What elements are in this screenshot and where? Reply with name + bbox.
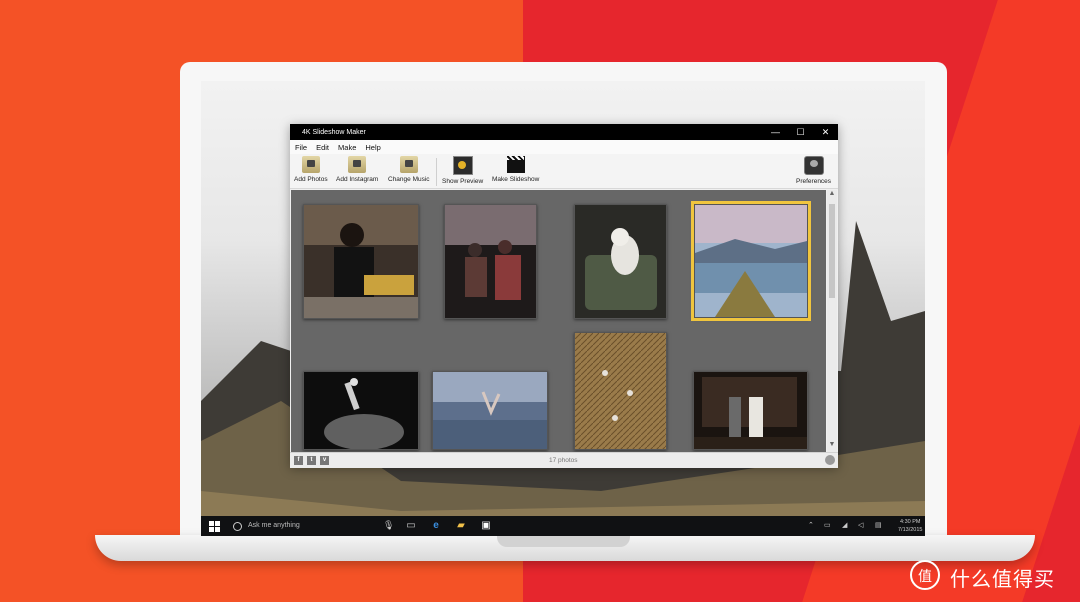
preview-icon bbox=[452, 156, 473, 175]
clock-date: 7/13/2015 bbox=[898, 527, 923, 533]
menu-file[interactable]: File bbox=[295, 143, 307, 152]
preferences-icon bbox=[803, 156, 824, 175]
photo-thumbnail[interactable] bbox=[303, 204, 419, 319]
toolbar-divider bbox=[436, 158, 437, 186]
tray-expand-icon[interactable]: ⌃ bbox=[808, 521, 814, 529]
photo-thumbnail[interactable] bbox=[574, 332, 667, 450]
change-music-label: Change Music bbox=[388, 176, 430, 183]
vertical-scrollbar[interactable]: ▲ ▼ bbox=[827, 190, 837, 452]
facebook-icon[interactable]: f bbox=[294, 456, 303, 465]
app-window: 4K Slideshow Maker — ☐ ✕ File Edit Make … bbox=[290, 124, 838, 468]
preferences-button[interactable]: Preferences bbox=[796, 156, 831, 185]
menu-edit[interactable]: Edit bbox=[316, 143, 329, 152]
laptop-notch bbox=[497, 535, 630, 547]
preferences-label: Preferences bbox=[796, 178, 832, 185]
notification-icon[interactable]: ▤ bbox=[875, 521, 882, 529]
globe-icon[interactable] bbox=[825, 455, 835, 465]
taskbar: Ask me anything 🎙 ▭ e ▰ ▣ ⌃ ▭ ◢ ◁ ▤ 4:30… bbox=[201, 516, 925, 536]
scroll-down-arrow[interactable]: ▼ bbox=[827, 441, 837, 448]
edge-browser-icon[interactable]: e bbox=[429, 519, 443, 533]
volume-icon[interactable]: ◁ bbox=[858, 521, 863, 529]
photo-thumbnail-selected[interactable] bbox=[691, 201, 811, 321]
add-instagram-label: Add Instagram bbox=[336, 176, 379, 183]
photo-thumbnail[interactable] bbox=[574, 204, 667, 319]
add-instagram-button[interactable]: Add Instagram bbox=[336, 156, 378, 183]
wifi-icon[interactable]: ◢ bbox=[842, 521, 847, 529]
scroll-up-arrow[interactable]: ▲ bbox=[827, 190, 837, 197]
make-slideshow-button[interactable]: Make Slideshow bbox=[492, 156, 539, 183]
photo-thumbnail[interactable] bbox=[444, 204, 537, 319]
battery-icon[interactable]: ▭ bbox=[824, 521, 831, 529]
photo-thumbnail[interactable] bbox=[303, 371, 419, 450]
cortana-icon[interactable] bbox=[233, 522, 242, 531]
change-music-button[interactable]: Change Music bbox=[388, 156, 430, 183]
add-photos-label: Add Photos bbox=[294, 176, 328, 183]
folder-instagram-icon bbox=[348, 156, 367, 173]
toolbar: Add Photos Add Instagram Change Music Sh… bbox=[290, 154, 838, 189]
folder-music-icon bbox=[399, 156, 418, 173]
window-title: 4K Slideshow Maker bbox=[302, 128, 366, 136]
folder-photo-icon bbox=[301, 156, 320, 173]
show-preview-button[interactable]: Show Preview bbox=[442, 156, 483, 185]
task-view-icon[interactable]: ▭ bbox=[404, 519, 418, 533]
watermark-logo bbox=[910, 560, 940, 590]
store-icon[interactable]: ▣ bbox=[479, 519, 493, 533]
watermark-text: 什么值得买 bbox=[950, 569, 1055, 591]
microphone-icon[interactable]: 🎙 bbox=[383, 520, 394, 531]
file-explorer-icon[interactable]: ▰ bbox=[454, 519, 468, 533]
twitter-icon[interactable]: t bbox=[307, 456, 316, 465]
title-bar: 4K Slideshow Maker — ☐ ✕ bbox=[290, 124, 838, 140]
minimize-button[interactable]: — bbox=[763, 124, 788, 140]
clock-time: 4:30 PM bbox=[899, 519, 921, 525]
photo-thumbnail[interactable] bbox=[693, 371, 808, 450]
show-preview-label: Show Preview bbox=[442, 178, 484, 185]
vimeo-icon[interactable]: v bbox=[320, 456, 329, 465]
windows-start-icon[interactable] bbox=[209, 521, 220, 532]
close-button[interactable]: ✕ bbox=[813, 124, 838, 140]
photo-gallery bbox=[291, 190, 826, 452]
add-photos-button[interactable]: Add Photos bbox=[294, 156, 328, 183]
menu-bar: File Edit Make Help bbox=[290, 140, 838, 154]
make-slideshow-label: Make Slideshow bbox=[492, 176, 540, 183]
menu-help[interactable]: Help bbox=[365, 143, 380, 152]
taskbar-search-input[interactable]: Ask me anything bbox=[248, 522, 300, 529]
scroll-thumb[interactable] bbox=[829, 204, 835, 298]
laptop-screen: 4K Slideshow Maker — ☐ ✕ File Edit Make … bbox=[201, 81, 925, 536]
clapperboard-icon bbox=[506, 156, 525, 173]
menu-make[interactable]: Make bbox=[338, 143, 356, 152]
status-bar: f t v 17 photos bbox=[290, 452, 838, 468]
photo-count: 17 photos bbox=[549, 457, 578, 464]
taskbar-clock[interactable]: 4:30 PM 7/13/2015 bbox=[898, 518, 922, 534]
photo-thumbnail[interactable] bbox=[432, 371, 548, 450]
maximize-button[interactable]: ☐ bbox=[788, 124, 813, 140]
